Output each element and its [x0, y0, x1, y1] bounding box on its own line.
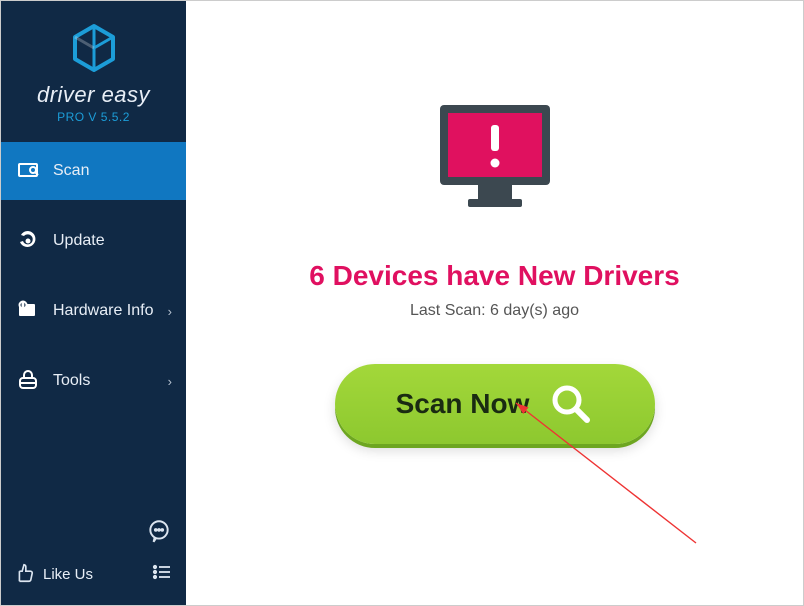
- thumbs-up-icon: [13, 562, 35, 588]
- update-icon: [15, 228, 41, 254]
- chevron-right-icon: ›: [168, 374, 172, 389]
- app-version: PRO V 5.5.2: [1, 110, 186, 124]
- magnify-icon: [547, 380, 593, 429]
- menu-list-icon[interactable]: [150, 560, 174, 589]
- scan-now-label: Scan Now: [396, 388, 530, 420]
- chevron-right-icon: ›: [168, 304, 172, 319]
- app-brand: driver easy: [1, 82, 186, 108]
- last-scan-text: Last Scan: 6 day(s) ago: [410, 302, 579, 320]
- status-headline: 6 Devices have New Drivers: [309, 260, 679, 292]
- tools-icon: [15, 368, 41, 394]
- sidebar-item-label: Update: [53, 232, 105, 250]
- sidebar-item-label: Scan: [53, 162, 89, 180]
- sidebar-item-scan[interactable]: Scan: [1, 142, 186, 200]
- sidebar-nav: Scan Update i Hardware Info ›: [1, 142, 186, 410]
- hardware-info-icon: i: [15, 298, 41, 324]
- sidebar-item-tools[interactable]: Tools ›: [1, 352, 186, 410]
- sidebar-item-label: Hardware Info: [53, 302, 154, 320]
- sidebar-item-update[interactable]: Update: [1, 212, 186, 270]
- scan-now-button[interactable]: Scan Now: [335, 364, 655, 444]
- sidebar: driver easy PRO V 5.5.2 Scan Update: [1, 1, 186, 605]
- chat-icon[interactable]: [146, 518, 172, 549]
- sidebar-item-label: Tools: [53, 372, 90, 390]
- logo-area: driver easy PRO V 5.5.2: [1, 1, 186, 134]
- app-logo-icon: [1, 23, 186, 78]
- scan-icon: [15, 158, 41, 184]
- like-us-button[interactable]: Like Us: [13, 562, 93, 588]
- main-content: 6 Devices have New Drivers Last Scan: 6 …: [186, 1, 803, 605]
- like-us-label: Like Us: [43, 566, 93, 583]
- monitor-alert-icon: [420, 87, 570, 242]
- sidebar-item-hardware[interactable]: i Hardware Info ›: [1, 282, 186, 340]
